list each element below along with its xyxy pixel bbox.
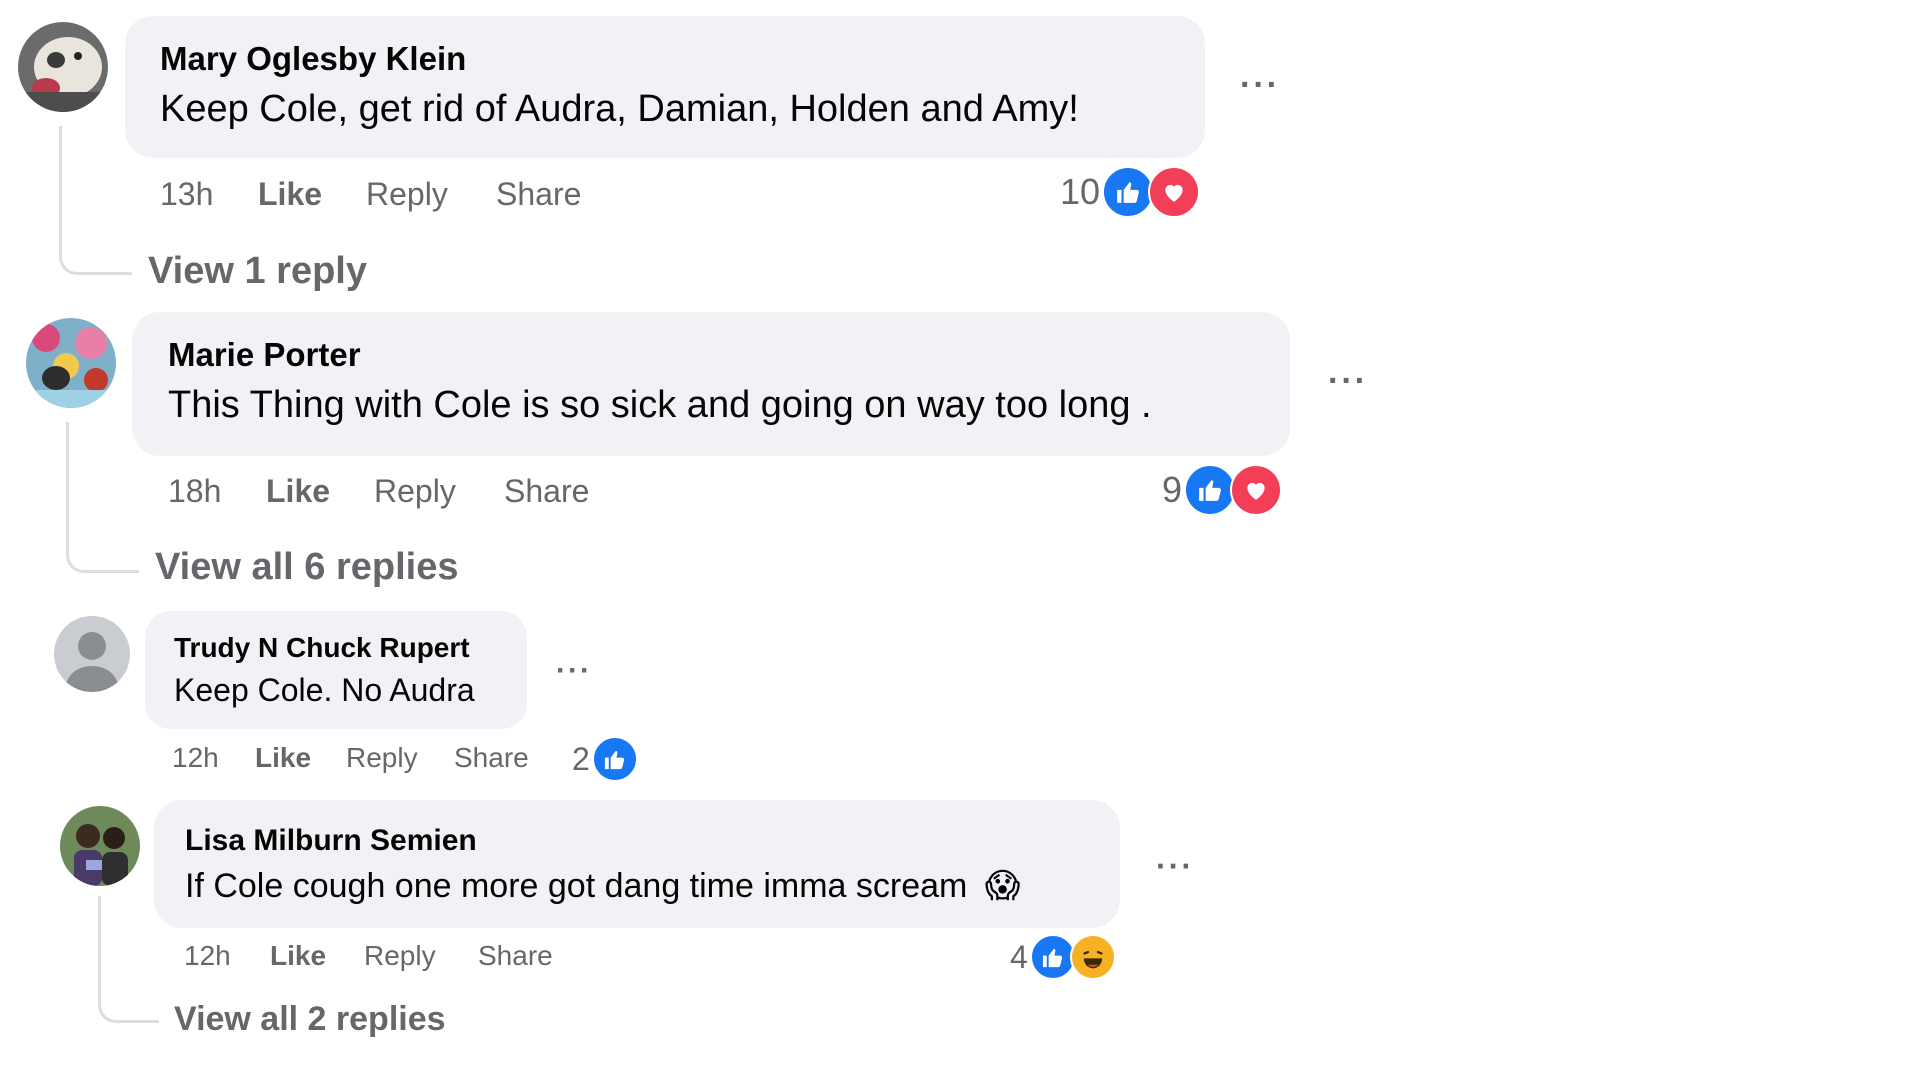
reaction-count: 9 [1162,469,1183,510]
more-options-icon[interactable]: ··· [1156,848,1194,885]
comment-timestamp[interactable]: 13h [160,176,213,213]
like-icon [1184,464,1237,516]
reaction-summary[interactable]: 4 [1010,934,1116,980]
comment-bubble [145,611,527,729]
more-options-icon[interactable]: ··· [556,654,592,688]
comment-text: Keep Cole. No Audra [174,672,475,708]
avatar-dog-photo-icon [18,22,108,112]
reaction-summary[interactable]: 9 [1162,464,1283,516]
like-icon [1029,934,1076,980]
comment-bubble [125,16,1205,158]
comment-author[interactable]: Mary Oglesby Klein [160,40,466,78]
avatar-flowers-photo-icon [26,318,116,408]
view-replies-link[interactable]: View all 2 replies [174,1000,446,1039]
comment-text: If Cole cough one more got dang time imm… [185,866,1020,906]
comment-text: Keep Cole, get rid of Audra, Damian, Hol… [160,88,1079,130]
share-button[interactable]: Share [478,940,553,972]
thread-connector [98,896,159,1023]
comment-author[interactable]: Marie Porter [168,336,361,374]
love-icon [1230,464,1283,516]
reaction-count: 2 [572,740,590,777]
comment-text-body: If Cole cough one more got dang time imm… [185,867,968,905]
like-button[interactable]: Like [255,742,311,774]
avatar[interactable] [60,806,140,886]
like-icon [1102,166,1155,218]
comment-bubble [154,800,1120,928]
share-button[interactable]: Share [496,176,581,213]
comment-timestamp[interactable]: 18h [168,473,221,510]
haha-icon [1069,934,1116,980]
more-options-icon[interactable]: ··· [1328,362,1368,401]
comment-text: This Thing with Cole is so sick and goin… [168,384,1152,426]
view-replies-link[interactable]: View 1 reply [148,250,367,293]
default-user-icon [54,616,130,692]
reply-button[interactable]: Reply [374,473,456,510]
like-button[interactable]: Like [266,473,330,510]
share-button[interactable]: Share [454,742,529,774]
view-replies-link[interactable]: View all 6 replies [155,546,458,589]
reaction-count: 4 [1010,938,1028,975]
comment-author[interactable]: Lisa Milburn Semien [185,824,477,858]
avatar[interactable] [26,318,116,408]
like-button[interactable]: Like [258,176,322,213]
like-button[interactable]: Like [270,940,326,972]
reply-button[interactable]: Reply [366,176,448,213]
avatar-people-photo-icon [60,806,140,886]
more-options-icon[interactable]: ··· [1240,66,1280,105]
screaming-face-emoji: 😱 [984,867,1021,905]
avatar[interactable] [54,616,130,692]
reaction-count: 10 [1060,171,1101,212]
comment-timestamp[interactable]: 12h [184,940,231,972]
reply-button[interactable]: Reply [346,742,418,774]
love-icon [1148,166,1201,218]
comment-timestamp[interactable]: 12h [172,742,219,774]
comment-author[interactable]: Trudy N Chuck Rupert [174,632,470,664]
thread-connector [66,422,139,573]
reply-button[interactable]: Reply [364,940,436,972]
avatar[interactable] [18,22,108,112]
share-button[interactable]: Share [504,473,589,510]
thread-connector [59,126,132,275]
reaction-summary[interactable]: 2 [572,736,638,782]
like-icon [591,736,638,782]
reaction-summary[interactable]: 10 [1060,166,1201,218]
